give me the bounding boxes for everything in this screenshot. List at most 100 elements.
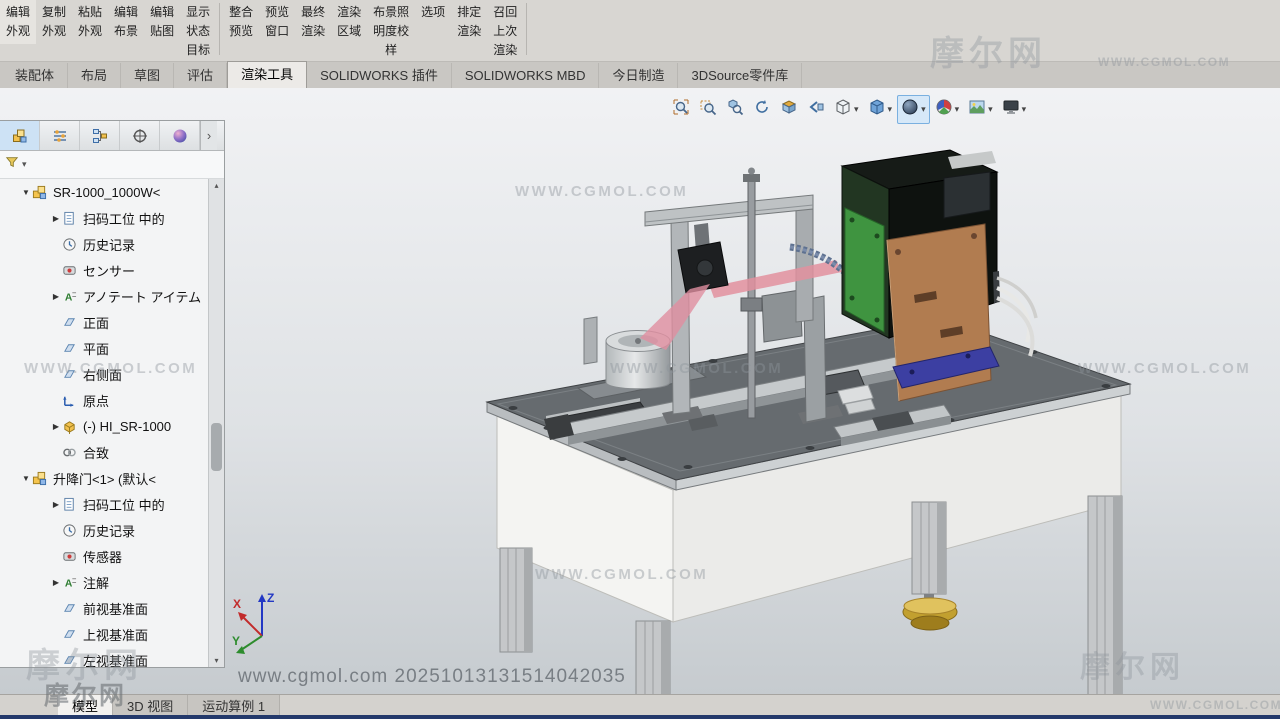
document-tab[interactable]: 模型 (58, 695, 113, 715)
scroll-up-icon[interactable]: ▴ (209, 181, 224, 190)
expander-icon[interactable]: ▶ (50, 578, 62, 587)
doc-icon (62, 211, 79, 226)
ribbon-button[interactable]: 复制外观 (36, 0, 72, 44)
apply-scene-button[interactable]: ▾ (964, 95, 997, 124)
ribbon-button[interactable]: 编辑布景 (108, 0, 144, 44)
scroll-down-icon[interactable]: ▾ (209, 656, 224, 665)
dropdown-arrow-icon[interactable]: ▾ (988, 104, 993, 115)
ribbon-button[interactable]: 排定渲染 (451, 0, 487, 44)
document-tab[interactable]: 运动算例 1 (188, 695, 280, 715)
scrollbar-thumb[interactable] (211, 423, 222, 471)
ribbon-tab[interactable]: 3DSource零件库 (678, 63, 802, 88)
tree-item[interactable]: ▶A アノテート アイテム (0, 283, 208, 309)
ribbon-button[interactable]: 显示状态目标 (180, 0, 216, 63)
history-icon (62, 237, 79, 252)
tree-item-label: 原点 (83, 391, 109, 410)
tree-item-label: 扫码工位 中的 (83, 495, 165, 514)
panel-collapse-button[interactable]: › (200, 121, 217, 150)
tree-item[interactable]: ▼SR-1000_1000W< (0, 179, 208, 205)
tree-item[interactable]: 历史记录 (0, 231, 208, 257)
rotate-view-button[interactable] (749, 95, 775, 124)
tree-item-label: 历史记录 (83, 235, 135, 254)
svg-text:A: A (65, 292, 73, 303)
ribbon-button[interactable]: 预览窗口 (259, 0, 295, 44)
plane-icon (62, 367, 79, 382)
expander-icon[interactable]: ▼ (20, 188, 32, 197)
mates-icon (62, 445, 79, 460)
tree-item[interactable]: 历史记录 (0, 517, 208, 543)
ribbon-button[interactable]: 粘贴外观 (72, 0, 108, 44)
ribbon-button[interactable]: 召回上次渲染 (487, 0, 523, 63)
ribbon-tab[interactable]: SOLIDWORKS MBD (452, 63, 600, 88)
dropdown-arrow-icon[interactable]: ▾ (955, 104, 960, 115)
expander-icon[interactable]: ▶ (50, 422, 62, 431)
display-style-button[interactable]: ▾ (864, 95, 897, 124)
zoom-to-selection-button[interactable] (722, 95, 748, 124)
expander-icon[interactable]: ▼ (20, 474, 32, 483)
ribbon-button[interactable]: 整合预览 (223, 0, 259, 44)
dropdown-arrow-icon[interactable]: ▾ (921, 104, 926, 115)
tree-item[interactable]: 原点 (0, 387, 208, 413)
tree-item[interactable]: 合致 (0, 439, 208, 465)
tree-item-label: 传感器 (83, 547, 122, 566)
document-tab[interactable]: 3D 视图 (113, 695, 188, 715)
expander-icon[interactable]: ▶ (50, 292, 62, 301)
expander-icon[interactable]: ▶ (50, 214, 62, 223)
ribbon-tab[interactable]: 评估 (174, 63, 227, 88)
panel-tab-dimxpertmanager[interactable] (120, 121, 160, 150)
plane-icon (62, 601, 79, 616)
panel-tab-featuremanager[interactable] (0, 121, 40, 150)
sensor-icon (62, 549, 79, 564)
ribbon-tab[interactable]: 今日制造 (599, 63, 678, 88)
ribbon-button[interactable]: 布景照明度校样 (367, 0, 415, 63)
tree-item-label: 上视基准面 (83, 625, 148, 644)
tree-item[interactable]: 左视基准面 (0, 647, 208, 667)
assembly-icon (32, 185, 49, 200)
ribbon-button[interactable]: 最终渲染 (295, 0, 331, 44)
view-orientation-button[interactable]: ▾ (830, 95, 863, 124)
tree-item[interactable]: 前视基准面 (0, 595, 208, 621)
edit-appearance-icon (935, 98, 953, 121)
view-settings-button[interactable]: ▾ (998, 95, 1031, 124)
tree-filter-row[interactable]: ▾ (0, 151, 224, 179)
tree-item-label: アノテート アイテム (83, 287, 201, 306)
tree-scrollbar[interactable]: ▴ ▾ (208, 179, 224, 667)
previous-view-button[interactable] (803, 95, 829, 124)
tree-item[interactable]: ▶ (-) HI_SR-1000 (0, 413, 208, 439)
tree-item-label: (-) HI_SR-1000 (83, 419, 171, 434)
tree-item[interactable]: センサー (0, 257, 208, 283)
tree-item[interactable]: 上视基准面 (0, 621, 208, 647)
dropdown-arrow-icon[interactable]: ▾ (1022, 104, 1027, 115)
tree-item[interactable]: 正面 (0, 309, 208, 335)
tree-item[interactable]: ▶扫码工位 中的 (0, 205, 208, 231)
ribbon-tab[interactable]: 草图 (121, 63, 174, 88)
zoom-fit-button[interactable] (668, 95, 694, 124)
origin-icon (62, 393, 79, 408)
panel-tab-displaymanager[interactable] (160, 121, 200, 150)
ribbon-button[interactable]: 渲染区域 (331, 0, 367, 44)
ribbon-tab[interactable]: 渲染工具 (227, 61, 307, 88)
filter-dropdown-icon[interactable]: ▾ (22, 159, 27, 170)
tree-item[interactable]: 右侧面 (0, 361, 208, 387)
tree-item-label: 注解 (83, 573, 109, 592)
tree-item[interactable]: 传感器 (0, 543, 208, 569)
section-view-button[interactable] (776, 95, 802, 124)
edit-appearance-button[interactable]: ▾ (931, 95, 964, 124)
dropdown-arrow-icon[interactable]: ▾ (888, 104, 893, 115)
ribbon-button[interactable]: 编辑贴图 (144, 0, 180, 44)
tree-item[interactable]: ▼升降门<1> (默认< (0, 465, 208, 491)
hide-show-items-button[interactable]: ▾ (897, 95, 930, 124)
dropdown-arrow-icon[interactable]: ▾ (854, 104, 859, 115)
ribbon-button[interactable]: 选项 (415, 0, 451, 25)
ribbon-tab[interactable]: SOLIDWORKS 插件 (307, 63, 452, 88)
ribbon-tab[interactable]: 装配体 (2, 63, 68, 88)
tree-item[interactable]: ▶ 扫码工位 中的 (0, 491, 208, 517)
panel-tab-propertymanager[interactable] (40, 121, 80, 150)
panel-tab-configurationmanager[interactable] (80, 121, 120, 150)
tree-item[interactable]: 平面 (0, 335, 208, 361)
ribbon-button[interactable]: 编辑外观 (0, 0, 36, 44)
tree-item[interactable]: ▶A注解 (0, 569, 208, 595)
ribbon-tab[interactable]: 布局 (68, 63, 121, 88)
zoom-to-area-button[interactable] (695, 95, 721, 124)
expander-icon[interactable]: ▶ (50, 500, 62, 509)
